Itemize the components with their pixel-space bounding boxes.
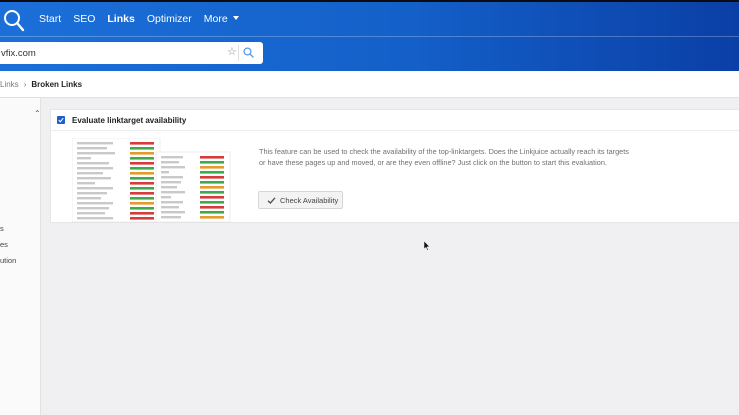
illustration-text-line [77, 162, 109, 165]
illustration-status-bar [130, 182, 154, 185]
illustration-text-line [77, 142, 113, 145]
search-separator [238, 45, 239, 61]
illustration-text-line [77, 187, 113, 190]
breadcrumb-separator: › [23, 80, 27, 89]
domain-search-input[interactable] [0, 42, 215, 64]
feature-description: This feature can be used to check the av… [259, 147, 629, 167]
illustration-status-bar [130, 152, 154, 155]
illustration-text-line [161, 161, 179, 164]
sidebar-item[interactable]: s [0, 224, 4, 233]
illustration-text-line [161, 171, 169, 174]
sidebar-item[interactable]: es [0, 240, 8, 249]
illustration-status-bar [200, 206, 224, 209]
illustration-text-line [77, 177, 111, 180]
breadcrumb-bar: Links › Broken Links [0, 71, 739, 98]
header-divider [0, 36, 739, 37]
nav-seo[interactable]: SEO [73, 12, 95, 26]
illustration-status-bar [130, 177, 154, 180]
illustration-status-bar [130, 142, 154, 145]
illustration-text-line [77, 207, 109, 210]
chevron-up-icon[interactable]: ⌃ [34, 110, 41, 118]
illustration-status-bar [130, 202, 154, 205]
top-header: Start SEO Links Optimizer More ☆ [0, 0, 739, 71]
illustration-text-line [161, 181, 181, 184]
star-icon[interactable]: ☆ [227, 46, 237, 58]
breadcrumb-links[interactable]: Links [0, 80, 19, 89]
mouse-cursor-icon [424, 241, 430, 251]
illustration-status-bar [200, 211, 224, 214]
breadcrumb: Links › Broken Links [0, 80, 82, 89]
evaluate-checkbox[interactable] [57, 116, 65, 124]
search-logo-icon[interactable] [3, 9, 25, 33]
illustration-status-bar [200, 156, 224, 159]
nav-start[interactable]: Start [39, 12, 61, 26]
sidebar-item[interactable]: ution [0, 256, 16, 265]
illustration-text-line [161, 191, 185, 194]
illustration-status-bar [130, 212, 154, 215]
illustration-text-line [77, 172, 103, 175]
illustration-text-line [161, 211, 185, 214]
illustration-status-bar [130, 192, 154, 195]
illustration-status-bar [200, 176, 224, 179]
illustration-status-bar [130, 197, 154, 200]
linktarget-card: Evaluate linktarget availability This fe… [50, 109, 739, 223]
illustration-text-line [77, 202, 113, 205]
illustration-text-line [161, 216, 181, 219]
search-icon[interactable] [243, 47, 254, 58]
illustration-status-bar [200, 181, 224, 184]
nav-more[interactable]: More [204, 12, 239, 26]
illustration-status-bar [130, 147, 154, 150]
illustration-status-bar [200, 216, 224, 219]
illustration-text-line [77, 152, 115, 155]
illustration-status-bar [200, 186, 224, 189]
illustration-text-line [77, 167, 113, 170]
illustration-text-line [161, 201, 183, 204]
illustration-text-line [161, 166, 185, 169]
nav-links[interactable]: Links [107, 12, 134, 26]
illustration-status-bar [200, 171, 224, 174]
illustration-text-line [77, 212, 105, 215]
illustration-text-line [77, 147, 107, 150]
illustration-status-bar [130, 167, 154, 170]
nav-optimizer[interactable]: Optimizer [147, 12, 192, 26]
illustration-text-line [77, 157, 91, 160]
breadcrumb-current: Broken Links [31, 80, 83, 89]
illustration-status-bar [130, 217, 154, 220]
illustration-status-bar [130, 172, 154, 175]
illustration-status-bar [200, 201, 224, 204]
illustration-status-bar [130, 157, 154, 160]
illustration-status-bar [130, 207, 154, 210]
illustration-status-bar [200, 191, 224, 194]
illustration-text-line [161, 206, 179, 209]
check-availability-label: Check Availability [280, 195, 339, 205]
card-header: Evaluate linktarget availability [51, 110, 739, 131]
illustration-text-line [77, 217, 113, 220]
illustration-text-line [77, 197, 101, 200]
checkmark-icon [267, 196, 276, 204]
illustration-status-bar [200, 166, 224, 169]
illustration-status-bar [200, 161, 224, 164]
domain-search-box: ☆ [0, 42, 263, 64]
illustration-text-line [77, 192, 107, 195]
illustration-text-line [161, 176, 183, 179]
availability-illustration [72, 138, 231, 223]
illustration-status-bar [130, 162, 154, 165]
check-availability-button[interactable]: Check Availability [258, 191, 343, 209]
illustration-text-line [161, 196, 171, 199]
main-nav: Start SEO Links Optimizer More [39, 12, 251, 26]
card-title: Evaluate linktarget availability [72, 116, 187, 125]
illustration-text-line [77, 182, 95, 185]
illustration-text-line [161, 186, 177, 189]
illustration-text-line [161, 156, 183, 159]
illustration-status-bar [130, 187, 154, 190]
illustration-status-bar [200, 196, 224, 199]
